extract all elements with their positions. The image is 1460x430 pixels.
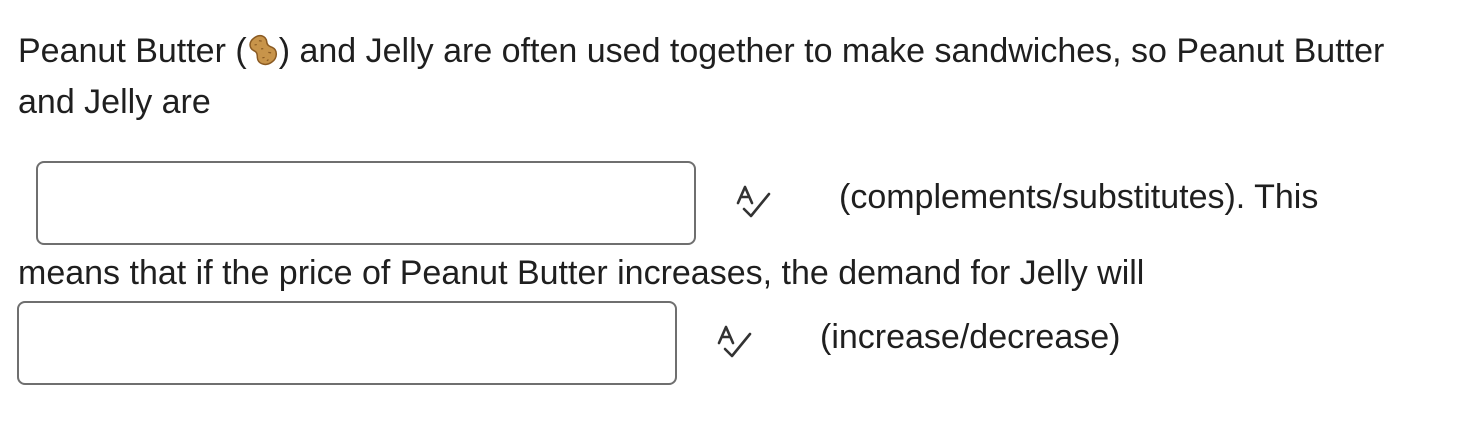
- middle-text: means that if the price of Peanut Butter…: [18, 254, 1145, 292]
- answer-hint-2: (increase/decrease): [820, 318, 1121, 356]
- spell-check-icon-2[interactable]: [715, 323, 755, 363]
- answer-input-1[interactable]: [36, 161, 696, 245]
- answer-hint-1: (complements/substitutes). This: [839, 178, 1319, 216]
- spell-check-icon[interactable]: [734, 183, 774, 223]
- peanut-icon: [248, 34, 277, 66]
- answer-input-2[interactable]: [17, 301, 677, 385]
- question-text-start: Peanut Butter (: [18, 32, 247, 70]
- question-text: Peanut Butter ( ) and Jelly are often us…: [18, 26, 1448, 128]
